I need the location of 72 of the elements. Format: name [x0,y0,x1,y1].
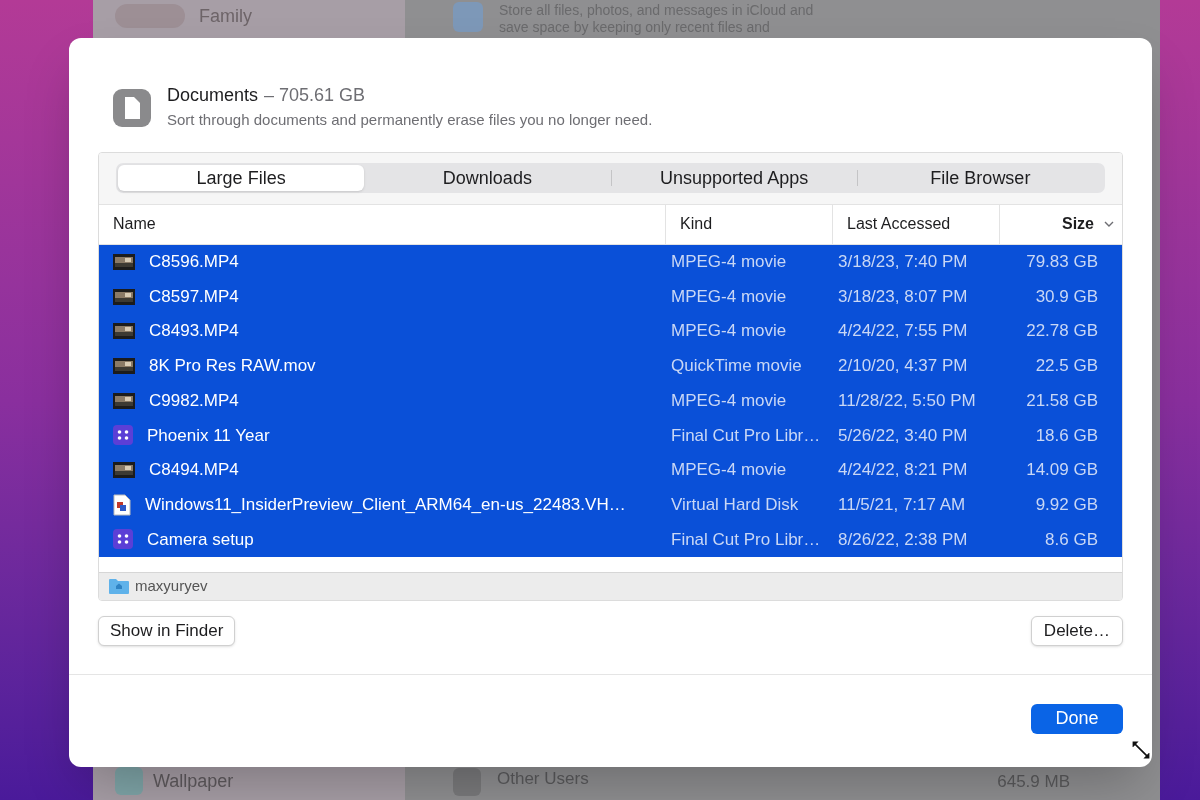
last-accessed: 5/26/22, 3:40 PM [837,424,969,447]
file-row[interactable]: C8494.MP4 MPEG-4 movie 4/24/22, 8:21 PM 14.09 GB [99,452,1122,488]
video-thumbnail-icon [113,323,135,340]
file-kind: MPEG-4 movie [670,320,788,343]
file-kind: MPEG-4 movie [670,389,788,412]
file-row[interactable]: C9982.MP4 MPEG-4 movie 11/28/22, 5:50 PM 21.58 GB [99,383,1122,418]
file-name: Camera setup [147,528,254,551]
tab[interactable]: Unsupported Apps [611,165,857,191]
file-size: 22.5 GB [1034,355,1099,378]
file-row[interactable]: C8493.MP4 MPEG-4 movie 4/24/22, 7:55 PM 22.78 GB [99,313,1122,349]
file-size: 21.58 GB [1025,389,1099,412]
show-in-finder-button[interactable]: Show in Finder [98,615,236,646]
file-size: 22.78 GB [1025,320,1099,343]
tab[interactable]: Large Files [118,165,365,191]
file-name: Phoenix 11 Year [147,424,270,447]
file-name: C9982.MP4 [149,389,239,412]
file-size: 18.6 GB [1034,424,1099,447]
total-size: – 705.61 GB [264,84,366,106]
file-name: C8597.MP4 [149,285,239,308]
file-size: 30.9 GB [1034,285,1099,308]
file-kind: Final Cut Pro Libr… [670,424,822,447]
done-button[interactable]: Done [1031,703,1123,734]
file-row[interactable]: C8597.MP4 MPEG-4 movie 3/18/23, 8:07 PM 30.9 GB [99,279,1122,314]
file-row[interactable]: 8K Pro Res RAW.mov QuickTime movie 2/10/20, 4:37 PM 22.5 GB [99,348,1122,384]
column-header[interactable]: Size [1062,212,1094,236]
file-size: 79.83 GB [1025,251,1099,274]
file-kind: MPEG-4 movie [670,251,788,274]
file-row[interactable]: C8596.MP4 MPEG-4 movie 3/18/23, 7:40 PM 79.83 GB [99,244,1122,280]
file-size: 9.92 GB [1034,493,1099,516]
home-folder-icon [109,578,129,594]
file-size: 14.09 GB [1025,459,1099,482]
last-accessed: 3/18/23, 8:07 PM [837,285,969,308]
file-kind: Virtual Hard Disk [670,493,800,516]
dialog-title: Documents [167,84,259,106]
file-name: C8494.MP4 [149,459,239,482]
file-kind: MPEG-4 movie [670,285,788,308]
file-size: 8.6 GB [1044,528,1099,551]
tab[interactable]: Downloads [364,165,611,191]
star-library-icon [113,529,133,550]
file-kind: MPEG-4 movie [670,459,788,482]
last-accessed: 4/24/22, 7:55 PM [837,320,969,343]
video-thumbnail-icon [113,357,135,374]
file-row[interactable]: Phoenix 11 Year Final Cut Pro Libr… 5/26/22, 3:40 PM 18.6 GB [99,417,1122,453]
path-item[interactable]: maxyuryev [135,574,208,598]
column-header[interactable]: Name [113,212,156,236]
column-header[interactable]: Kind [680,212,713,236]
star-library-icon [113,425,133,446]
last-accessed: 8/26/22, 2:38 PM [837,528,969,551]
column-header[interactable]: Last Accessed [847,212,951,236]
file-kind: QuickTime movie [670,355,803,378]
document-icon [113,493,131,516]
last-accessed: 4/24/22, 8:21 PM [837,459,969,482]
file-name: Windows11_InsiderPreview_Client_ARM64_en-us_22483.VH… [145,493,626,516]
document-icon [113,88,151,127]
last-accessed: 2/10/20, 4:37 PM [837,355,969,378]
last-accessed: 3/18/23, 7:40 PM [837,251,969,274]
dialog-subtitle: Sort through documents and permanently erase files you no longer need. [167,110,653,130]
tab[interactable]: File Browser [857,165,1103,191]
file-name: C8493.MP4 [149,320,239,343]
video-thumbnail-icon [113,461,135,478]
file-row[interactable]: Camera setup Final Cut Pro Libr… 8/26/22, 2:38 PM 8.6 GB [99,522,1122,557]
file-name: C8596.MP4 [149,251,239,274]
last-accessed: 11/5/21, 7:17 AM [837,493,967,516]
last-accessed: 11/28/22, 5:50 PM [837,389,977,412]
file-name: 8K Pro Res RAW.mov [149,355,316,378]
file-kind: Final Cut Pro Libr… [670,528,822,551]
video-thumbnail-icon [113,392,135,409]
video-thumbnail-icon [113,288,135,305]
delete-button[interactable]: Delete… [1030,615,1123,646]
chevron-down-icon [1104,221,1114,227]
file-row[interactable]: Windows11_InsiderPreview_Client_ARM64_en-us_22483.VH… Virtual Hard Disk 11/5/21, 7:17 AM 9.92 GB [99,487,1122,522]
video-thumbnail-icon [113,253,135,270]
